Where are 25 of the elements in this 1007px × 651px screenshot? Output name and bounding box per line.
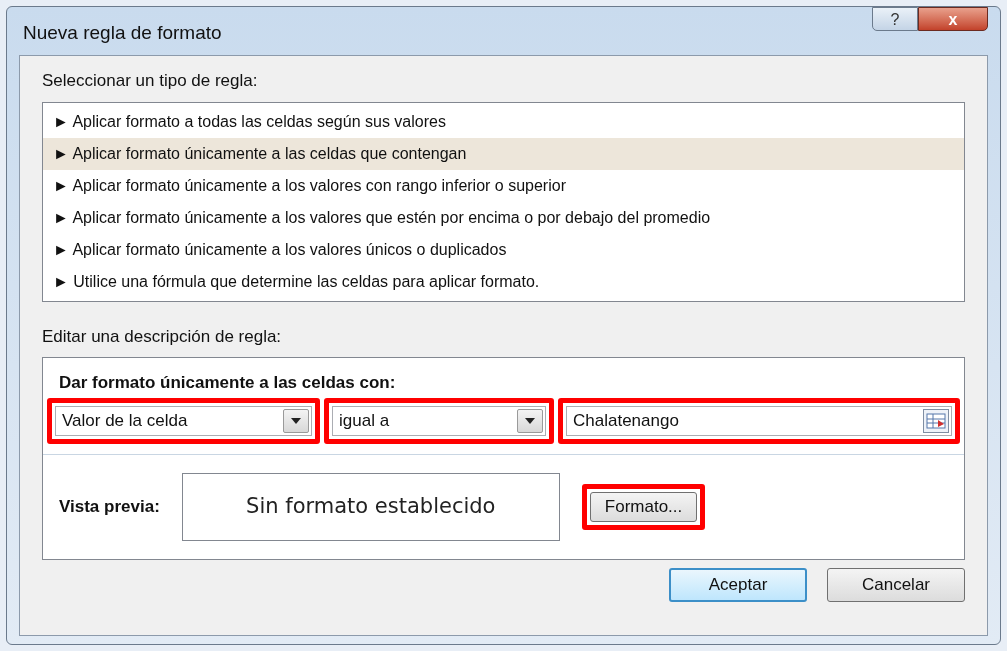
- rule-type-item[interactable]: ► Aplicar formato únicamente a los valores con rango inferior o superior: [43, 169, 964, 202]
- dialog-button[interactable]: Aceptar: [669, 567, 807, 602]
- format-button[interactable]: Formato...: [589, 491, 698, 522]
- section-label: Seleccionar un tipo de regla:: [42, 70, 259, 92]
- section-label: Editar una descripción de regla:: [42, 325, 283, 348]
- help-button[interactable]: ?: [872, 7, 918, 31]
- rule-type-item[interactable]: ► Utilice una fórmula que determine las celdas para aplicar formato.: [43, 265, 964, 298]
- panel-heading: Dar formato únicamente a las celdas con:: [58, 372, 397, 394]
- caret-icon: [525, 417, 535, 424]
- caret-icon: [291, 417, 301, 424]
- rule-type-item[interactable]: ► Aplicar formato a todas las celdas según sus valores: [43, 105, 964, 138]
- dropdown[interactable]: Valor de la celda: [55, 405, 312, 436]
- window-title: Nueva regla de formato: [22, 20, 222, 45]
- rule-type-item[interactable]: ► Aplicar formato únicamente a los valores que estén por encima o por debajo del promedio: [43, 201, 964, 234]
- dropdown-button[interactable]: [283, 408, 309, 433]
- range-picker-icon[interactable]: [923, 408, 949, 433]
- dialog-button[interactable]: Cancelar: [827, 567, 965, 602]
- dropdown-button[interactable]: [517, 408, 543, 433]
- preview-label: Vista previa:: [59, 495, 160, 518]
- preview-box: Sin formato establecido: [181, 472, 560, 541]
- dropdown[interactable]: igual a: [332, 405, 546, 436]
- close-button[interactable]: x: [918, 7, 988, 31]
- reference-field[interactable]: Chalatenango: [566, 405, 952, 436]
- rule-type-item[interactable]: ► Aplicar formato únicamente a las celdas que contengan: [43, 137, 964, 170]
- rule-type-item[interactable]: ► Aplicar formato únicamente a los valores únicos o duplicados: [43, 233, 964, 266]
